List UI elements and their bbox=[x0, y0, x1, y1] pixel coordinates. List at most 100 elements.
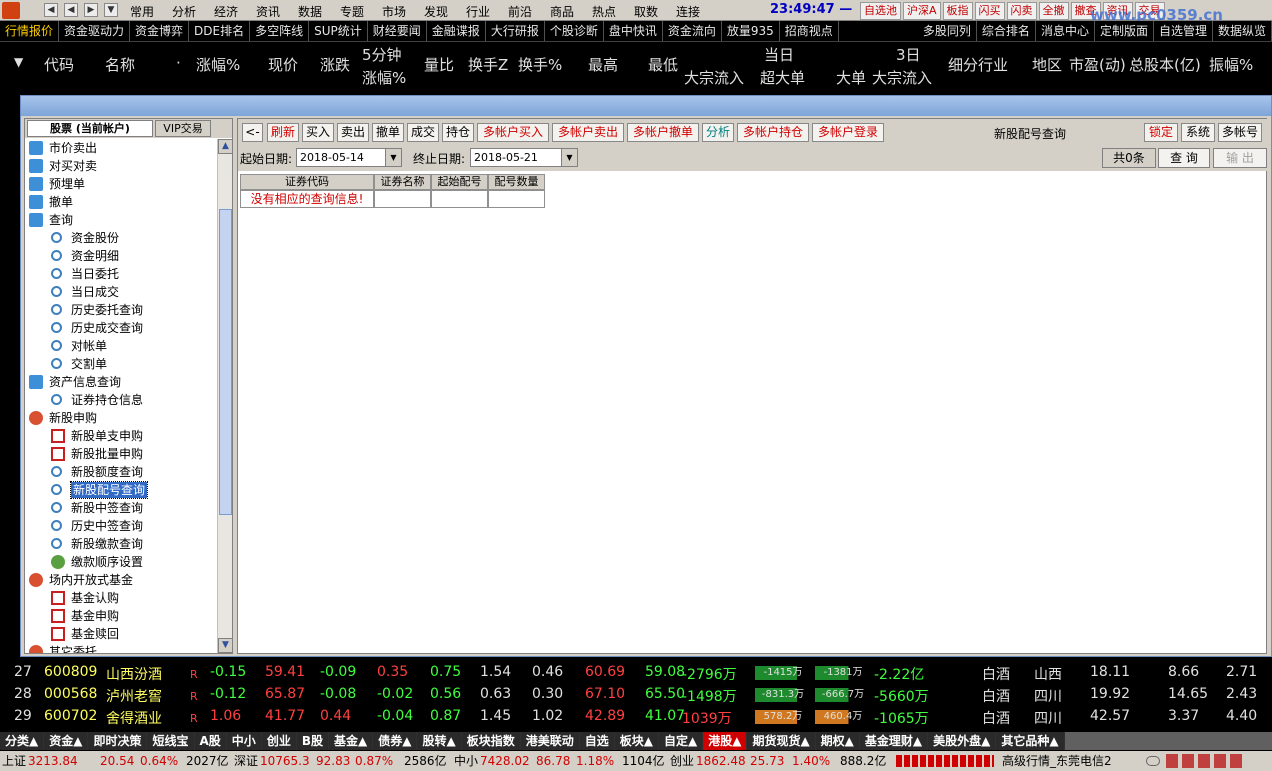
col-total-shares[interactable]: 总股本(亿) bbox=[1129, 54, 1201, 75]
menu-item-8[interactable]: 行业 bbox=[466, 3, 490, 20]
col-super-large[interactable]: 超大单 bbox=[760, 67, 805, 88]
start-date-select[interactable]: 2018-05-14 ▼ bbox=[296, 148, 402, 167]
tree-item-2[interactable]: 预埋单 bbox=[25, 175, 225, 193]
quick-button-2[interactable]: 板指 bbox=[942, 2, 973, 20]
tab-6[interactable]: 财经要闻 bbox=[368, 21, 427, 41]
tree-item-23[interactable]: 缴款顺序设置 bbox=[25, 553, 225, 571]
col-change-pct[interactable]: 涨幅% bbox=[196, 54, 240, 75]
toolbar-right-button-1[interactable]: 系统 bbox=[1181, 123, 1215, 142]
tab-1[interactable]: 资金驱动力 bbox=[59, 21, 131, 41]
tree-item-27[interactable]: 基金赎回 bbox=[25, 625, 225, 643]
col-code[interactable]: 代码 bbox=[44, 54, 74, 75]
cloud-icon[interactable] bbox=[1146, 756, 1160, 766]
forward-nav-icon[interactable]: ▶ bbox=[84, 3, 98, 17]
tab-16[interactable]: 消息中心 bbox=[1036, 21, 1095, 41]
col-pe[interactable]: 市盈(动) bbox=[1069, 54, 1126, 75]
tab-vip-trade[interactable]: VIP交易 bbox=[155, 120, 211, 137]
menu-item-2[interactable]: 经济 bbox=[214, 3, 238, 20]
col-5min[interactable]: 5分钟 bbox=[362, 44, 402, 65]
toolbar-button-5[interactable]: 持仓 bbox=[442, 123, 474, 142]
tab-18[interactable]: 自选管理 bbox=[1154, 21, 1213, 41]
row-2-code[interactable]: 600702 bbox=[44, 708, 97, 724]
toolbar-button-10[interactable]: 多帐户持仓 bbox=[737, 123, 809, 142]
tab-8[interactable]: 大行研报 bbox=[486, 21, 545, 41]
market-tab-17[interactable]: 期货现货▲ bbox=[747, 732, 816, 750]
tab-3[interactable]: DDE排名 bbox=[189, 21, 251, 41]
toolbar-button-9[interactable]: 分析 bbox=[702, 123, 734, 142]
tree-item-28[interactable]: 其它委托 bbox=[25, 643, 225, 653]
toolbar-button-1[interactable]: 买入 bbox=[302, 123, 334, 142]
col-no-count[interactable]: 配号数量 bbox=[488, 174, 545, 190]
market-tab-10[interactable]: 股转▲ bbox=[417, 732, 462, 750]
tree-item-0[interactable]: 市价卖出 bbox=[25, 139, 225, 157]
menu-item-11[interactable]: 热点 bbox=[592, 3, 616, 20]
toolbar-button-8[interactable]: 多帐户撤单 bbox=[627, 123, 699, 142]
tab-7[interactable]: 金融谍报 bbox=[427, 21, 486, 41]
col-volume-ratio[interactable]: 量比 bbox=[424, 54, 454, 75]
query-button[interactable]: 查 询 bbox=[1158, 148, 1210, 168]
menu-item-7[interactable]: 发现 bbox=[424, 3, 448, 20]
tree-item-18[interactable]: 新股额度查询 bbox=[25, 463, 225, 481]
tab-14[interactable]: 多股同列 bbox=[918, 21, 977, 41]
col-start-no[interactable]: 起始配号 bbox=[431, 174, 488, 190]
tree-item-9[interactable]: 历史委托查询 bbox=[25, 301, 225, 319]
tree-item-25[interactable]: 基金认购 bbox=[25, 589, 225, 607]
menu-item-1[interactable]: 分析 bbox=[172, 3, 196, 20]
market-tab-18[interactable]: 期权▲ bbox=[815, 732, 860, 750]
col-diff[interactable]: 涨跌 bbox=[320, 54, 350, 75]
toolbar-button-4[interactable]: 成交 bbox=[407, 123, 439, 142]
toolbar-button-11[interactable]: 多帐户登录 bbox=[812, 123, 884, 142]
tree-item-4[interactable]: 查询 bbox=[25, 211, 225, 229]
sort-icon[interactable]: ▼ bbox=[14, 55, 23, 69]
col-region[interactable]: 地区 bbox=[1032, 54, 1062, 75]
chevron-down-icon[interactable]: ▼ bbox=[385, 149, 401, 166]
tab-11[interactable]: 资金流向 bbox=[663, 21, 722, 41]
market-tab-20[interactable]: 美股外盘▲ bbox=[928, 732, 997, 750]
col-price[interactable]: 现价 bbox=[268, 54, 298, 75]
tree-item-10[interactable]: 历史成交查询 bbox=[25, 319, 225, 337]
col-industry[interactable]: 细分行业 bbox=[948, 54, 1008, 75]
chevron-down-icon[interactable]: ▼ bbox=[561, 149, 577, 166]
tab-5[interactable]: SUP统计 bbox=[309, 21, 368, 41]
quick-button-3[interactable]: 闪买 bbox=[974, 2, 1005, 20]
market-tab-2[interactable]: 即时决策 bbox=[88, 732, 148, 750]
market-tab-16[interactable]: 港股▲ bbox=[703, 732, 748, 750]
tray-icons[interactable] bbox=[1166, 754, 1246, 768]
tree-item-6[interactable]: 资金明细 bbox=[25, 247, 225, 265]
market-tab-4[interactable]: A股 bbox=[194, 732, 227, 750]
col-security-code[interactable]: 证券代码 bbox=[240, 174, 374, 190]
tree-item-13[interactable]: 资产信息查询 bbox=[25, 373, 225, 391]
col-high[interactable]: 最高 bbox=[588, 54, 618, 75]
menu-item-5[interactable]: 专题 bbox=[340, 3, 364, 20]
end-date-select[interactable]: 2018-05-21 ▼ bbox=[470, 148, 578, 167]
market-tab-15[interactable]: 自定▲ bbox=[658, 732, 704, 750]
market-tab-13[interactable]: 自选 bbox=[579, 732, 615, 750]
tree-item-22[interactable]: 新股缴款查询 bbox=[25, 535, 225, 553]
market-tab-8[interactable]: 基金▲ bbox=[328, 732, 374, 750]
tab-9[interactable]: 个股诊断 bbox=[545, 21, 604, 41]
tab-10[interactable]: 盘中快讯 bbox=[604, 21, 663, 41]
market-tab-19[interactable]: 基金理财▲ bbox=[859, 732, 929, 750]
toolbar-right-button-2[interactable]: 多帐号 bbox=[1218, 123, 1262, 142]
market-tab-3[interactable]: 短线宝 bbox=[147, 732, 195, 750]
tree-item-8[interactable]: 当日成交 bbox=[25, 283, 225, 301]
tree-item-19[interactable]: 新股配号查询 bbox=[25, 481, 225, 499]
menu-item-3[interactable]: 资讯 bbox=[256, 3, 280, 20]
tab-17[interactable]: 定制版面 bbox=[1095, 21, 1154, 41]
market-tab-12[interactable]: 港美联动 bbox=[520, 732, 580, 750]
toolbar-button-3[interactable]: 撤单 bbox=[372, 123, 404, 142]
market-tab-7[interactable]: B股 bbox=[296, 732, 329, 750]
quick-button-0[interactable]: 自选池 bbox=[860, 2, 901, 20]
col-turnover-z[interactable]: 换手Z bbox=[468, 54, 508, 75]
tree-item-16[interactable]: 新股单支申购 bbox=[25, 427, 225, 445]
market-tab-0[interactable]: 分类▲ bbox=[0, 732, 45, 750]
tree-item-21[interactable]: 历史中签查询 bbox=[25, 517, 225, 535]
market-tab-11[interactable]: 板块指数 bbox=[461, 732, 521, 750]
tree-item-26[interactable]: 基金申购 bbox=[25, 607, 225, 625]
toolbar-button-2[interactable]: 卖出 bbox=[337, 123, 369, 142]
back-nav-icon[interactable]: ◀ bbox=[44, 3, 58, 17]
col-name[interactable]: 名称 bbox=[105, 54, 135, 75]
market-tab-21[interactable]: 其它品种▲ bbox=[996, 732, 1065, 750]
market-tab-5[interactable]: 中小 bbox=[226, 732, 262, 750]
tree-item-5[interactable]: 资金股份 bbox=[25, 229, 225, 247]
